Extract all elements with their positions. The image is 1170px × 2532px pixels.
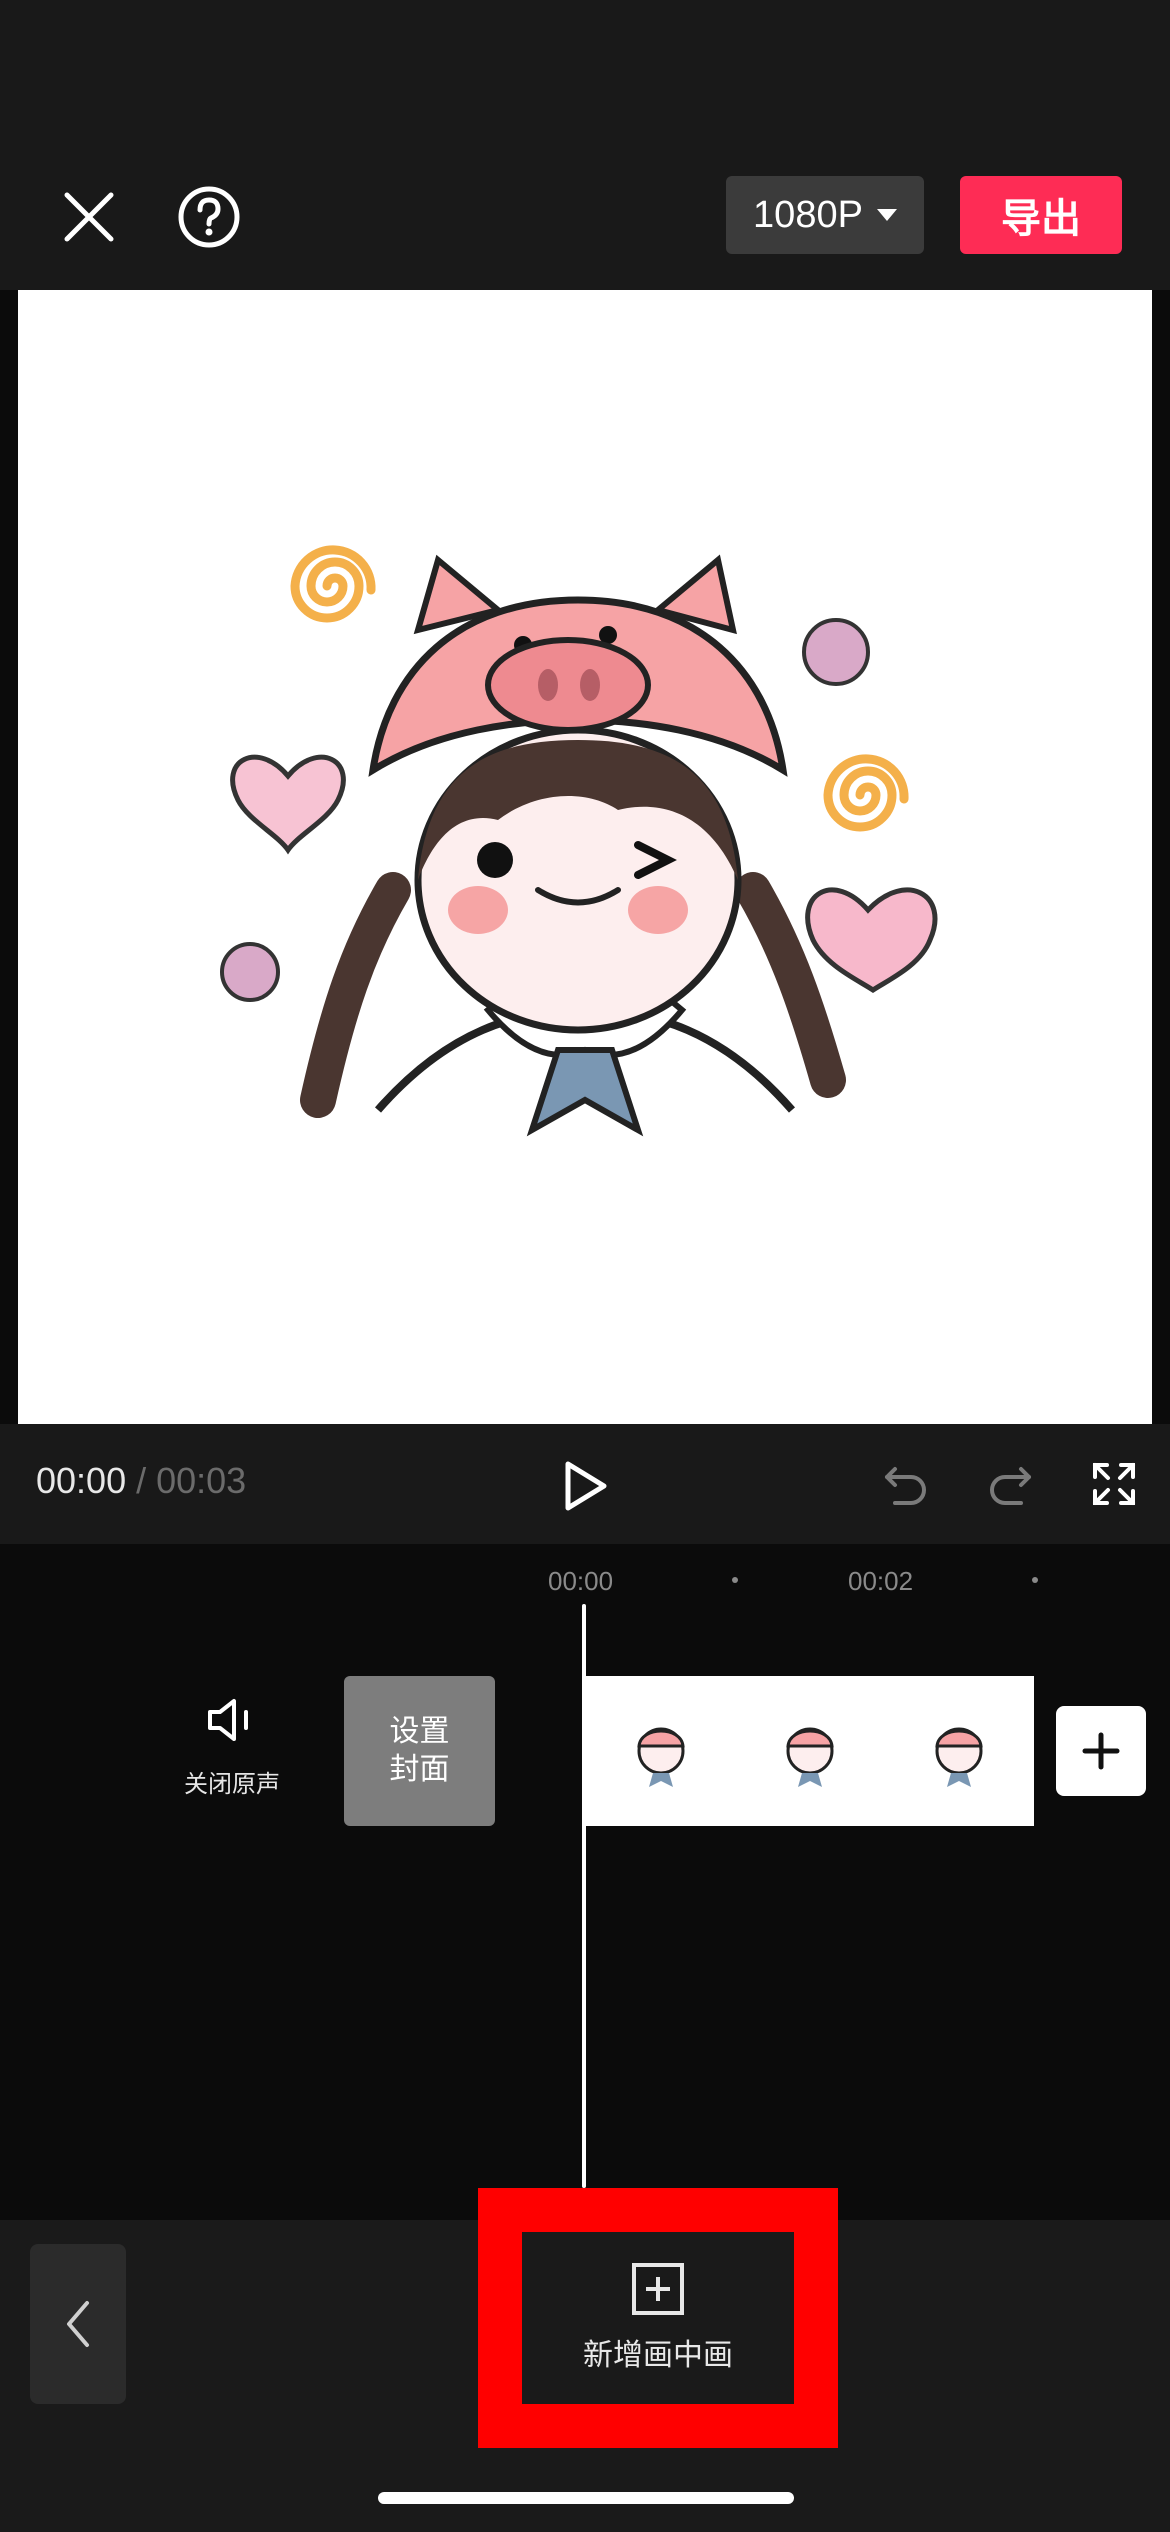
play-button[interactable] bbox=[556, 1456, 616, 1516]
export-button[interactable]: 导出 bbox=[960, 176, 1122, 254]
help-icon bbox=[178, 186, 240, 248]
fullscreen-button[interactable] bbox=[1086, 1456, 1142, 1512]
add-square-icon bbox=[632, 2263, 684, 2315]
add-clip-button[interactable] bbox=[1056, 1706, 1146, 1796]
current-time: 00:00 bbox=[36, 1460, 127, 1501]
undo-icon bbox=[885, 1467, 926, 1505]
plus-icon bbox=[1082, 1732, 1120, 1770]
mute-original-button[interactable] bbox=[196, 1692, 268, 1748]
ruler-dot bbox=[1032, 1577, 1038, 1583]
time-separator: / bbox=[136, 1460, 147, 1501]
ruler-label-1: 00:02 bbox=[848, 1566, 914, 1596]
add-pip-label: 新增画中画 bbox=[583, 2339, 733, 2372]
total-time: 00:03 bbox=[156, 1460, 247, 1501]
undo-button[interactable] bbox=[878, 1456, 934, 1512]
play-icon bbox=[565, 1461, 607, 1511]
cover-label-line2: 封面 bbox=[389, 1753, 450, 1786]
ruler-label-0: 00:00 bbox=[548, 1566, 614, 1596]
preview-illustration bbox=[220, 545, 938, 1137]
video-clip[interactable] bbox=[586, 1676, 1034, 1826]
add-pip-button[interactable]: 新增画中画 bbox=[522, 2232, 794, 2404]
clip-thumbnail bbox=[885, 1676, 1034, 1826]
close-button[interactable] bbox=[56, 184, 122, 250]
video-preview[interactable] bbox=[18, 290, 1152, 1424]
ruler-dot bbox=[732, 1577, 738, 1583]
close-icon bbox=[64, 192, 114, 242]
back-button[interactable] bbox=[30, 2244, 126, 2404]
time-readout: 00:00/00:03 bbox=[36, 1460, 246, 1502]
help-button[interactable] bbox=[176, 184, 242, 250]
home-indicator bbox=[378, 2492, 794, 2504]
speaker-icon bbox=[208, 1699, 248, 1741]
playhead[interactable] bbox=[582, 1604, 586, 2188]
redo-button[interactable] bbox=[982, 1456, 1038, 1512]
chevron-left-icon bbox=[67, 2301, 89, 2347]
set-cover-button[interactable]: 设置 封面 bbox=[344, 1676, 495, 1826]
mute-original-label[interactable]: 关闭原声 bbox=[170, 1764, 294, 1799]
resolution-dropdown[interactable]: 1080P bbox=[726, 176, 924, 254]
redo-icon bbox=[990, 1467, 1031, 1505]
caret-down-icon bbox=[876, 209, 897, 221]
clip-thumbnail bbox=[586, 1676, 735, 1826]
clip-thumbnail bbox=[735, 1676, 884, 1826]
fullscreen-icon bbox=[1093, 1463, 1135, 1505]
cover-label-line1: 设置 bbox=[389, 1715, 450, 1748]
resolution-label: 1080P bbox=[753, 193, 863, 236]
